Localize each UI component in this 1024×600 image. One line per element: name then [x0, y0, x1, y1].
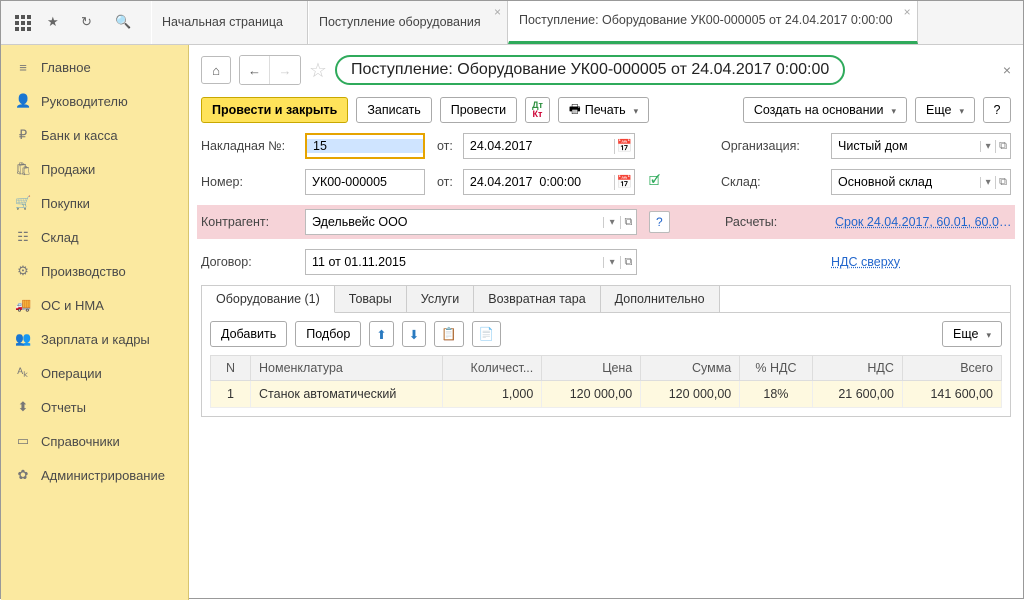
favorite-icon[interactable]: ☆ — [309, 58, 327, 83]
number-input[interactable] — [305, 169, 425, 195]
star-icon[interactable]: ★ — [47, 14, 65, 32]
more-button[interactable]: Еще — [915, 97, 975, 123]
menu-icon: ≡ — [15, 60, 31, 75]
sidebar-item-purchases[interactable]: 🛒Покупки — [1, 186, 188, 220]
person-icon: 👤 — [15, 93, 31, 109]
table-more-button[interactable]: Еще — [942, 321, 1002, 347]
contract-select[interactable]: ▾⧉ — [305, 249, 637, 275]
printer-icon: 🖶 — [569, 100, 581, 121]
tab-receipt-doc[interactable]: Поступление: Оборудование УК00-000005 от… — [508, 1, 918, 44]
calendar-icon[interactable]: 📅 — [614, 139, 633, 154]
back-button[interactable]: ← — [240, 56, 270, 84]
sidebar-item-warehouse[interactable]: ☷Склад — [1, 220, 188, 254]
organization-select[interactable]: ▾⧉ — [831, 133, 1011, 159]
gear-icon: ⚙ — [15, 263, 31, 279]
sidebar-item-main[interactable]: ≡Главное — [1, 51, 188, 84]
truck-icon: 🚚 — [15, 297, 31, 313]
move-up-button[interactable]: ⬆ — [369, 321, 393, 347]
sidebar-item-assets[interactable]: 🚚ОС и НМА — [1, 288, 188, 322]
search-icon[interactable]: 🔍 — [115, 14, 133, 32]
settings-icon: ✿ — [15, 467, 31, 483]
from-label: от: — [437, 139, 453, 153]
dtkt-icon: ᴬₖ — [15, 365, 31, 381]
sidebar-item-bank[interactable]: ₽Банк и касса — [1, 118, 188, 152]
book-icon: ▭ — [15, 433, 31, 449]
pick-button[interactable]: Подбор — [295, 321, 361, 347]
posted-icon: 🗹 — [649, 172, 660, 193]
counterparty-label: Контрагент: — [201, 215, 297, 229]
calculations-link[interactable]: Срок 24.04.2017, 60.01, 60.02, зачет ... — [835, 215, 1015, 229]
bag-icon: 🛍 — [15, 161, 31, 177]
contract-label: Договор: — [201, 255, 297, 269]
warehouse-label: Склад: — [721, 175, 825, 189]
forward-button[interactable]: → — [270, 56, 300, 84]
stock-icon: ☷ — [15, 229, 31, 245]
help-button[interactable]: ? — [983, 97, 1011, 123]
write-button[interactable]: Записать — [356, 97, 431, 123]
close-icon[interactable]: × — [1003, 62, 1011, 78]
calendar-icon[interactable]: 📅 — [614, 175, 633, 190]
add-row-button[interactable]: Добавить — [210, 321, 287, 347]
calculations-label: Расчеты: — [725, 215, 829, 229]
create-based-button[interactable]: Создать на основании — [743, 97, 907, 123]
number-label: Номер: — [201, 175, 297, 189]
counterparty-select[interactable]: ▾⧉ — [305, 209, 637, 235]
number-date-input[interactable]: 📅 — [463, 169, 635, 195]
post-button[interactable]: Провести — [440, 97, 517, 123]
ruble-icon: ₽ — [15, 127, 31, 143]
sidebar-item-admin[interactable]: ✿Администрирование — [1, 458, 188, 492]
sidebar-item-catalogs[interactable]: ▭Справочники — [1, 424, 188, 458]
equipment-table: N Номенклатура Количест... Цена Сумма % … — [210, 355, 1002, 408]
sidebar-item-reports[interactable]: ⬍Отчеты — [1, 390, 188, 424]
organization-label: Организация: — [721, 139, 825, 153]
dtkt-button[interactable]: ДᴛКᴛ — [525, 97, 550, 123]
sidebar-item-payroll[interactable]: 👥Зарплата и кадры — [1, 322, 188, 356]
apps-icon[interactable] — [15, 15, 31, 31]
col-nomenclature[interactable]: Номенклатура — [251, 356, 443, 381]
paste-button[interactable]: 📄 — [472, 321, 502, 347]
invoice-no-label: Накладная №: — [201, 139, 297, 153]
close-icon[interactable]: × — [494, 5, 501, 20]
tab-start[interactable]: Начальная страница — [151, 1, 308, 44]
subtab-additional[interactable]: Дополнительно — [601, 286, 720, 312]
sidebar: ≡Главное 👤Руководителю ₽Банк и касса 🛍Пр… — [1, 45, 189, 600]
from-label-2: от: — [437, 175, 453, 189]
chart-icon: ⬍ — [15, 399, 31, 415]
col-vat[interactable]: НДС — [812, 356, 902, 381]
col-n[interactable]: N — [211, 356, 251, 381]
print-button[interactable]: 🖶Печать — [558, 97, 649, 123]
sidebar-item-operations[interactable]: ᴬₖОперации — [1, 356, 188, 390]
sidebar-item-sales[interactable]: 🛍Продажи — [1, 152, 188, 186]
move-down-button[interactable]: ⬇ — [402, 321, 426, 347]
post-and-close-button[interactable]: Провести и закрыть — [201, 97, 348, 123]
col-vat-pct[interactable]: % НДС — [740, 356, 812, 381]
home-button[interactable]: ⌂ — [201, 56, 231, 84]
subtab-returnable[interactable]: Возвратная тара — [474, 286, 600, 312]
counterparty-help[interactable]: ? — [649, 211, 670, 233]
warehouse-select[interactable]: ▾⧉ — [831, 169, 1011, 195]
close-icon[interactable]: × — [904, 5, 911, 20]
people-icon: 👥 — [15, 331, 31, 347]
table-row[interactable]: 1 Станок автоматический 1,000 120 000,00… — [211, 381, 1002, 408]
page-title: Поступление: Оборудование УК00-000005 от… — [335, 55, 845, 85]
vat-mode-link[interactable]: НДС сверху — [831, 255, 1011, 269]
invoice-no-input[interactable] — [305, 133, 425, 159]
sidebar-item-manager[interactable]: 👤Руководителю — [1, 84, 188, 118]
col-qty[interactable]: Количест... — [443, 356, 542, 381]
col-sum[interactable]: Сумма — [641, 356, 740, 381]
subtab-equipment[interactable]: Оборудование (1) — [202, 286, 335, 313]
tab-equipment-receipt[interactable]: Поступление оборудования× — [308, 1, 508, 44]
col-price[interactable]: Цена — [542, 356, 641, 381]
cart-icon: 🛒 — [15, 195, 31, 211]
history-icon[interactable]: ↻ — [81, 14, 99, 32]
copy-button[interactable]: 📋 — [434, 321, 464, 347]
subtab-services[interactable]: Услуги — [407, 286, 474, 312]
col-total[interactable]: Всего — [902, 356, 1001, 381]
invoice-date-input[interactable]: 📅 — [463, 133, 635, 159]
sidebar-item-production[interactable]: ⚙Производство — [1, 254, 188, 288]
subtab-goods[interactable]: Товары — [335, 286, 407, 312]
